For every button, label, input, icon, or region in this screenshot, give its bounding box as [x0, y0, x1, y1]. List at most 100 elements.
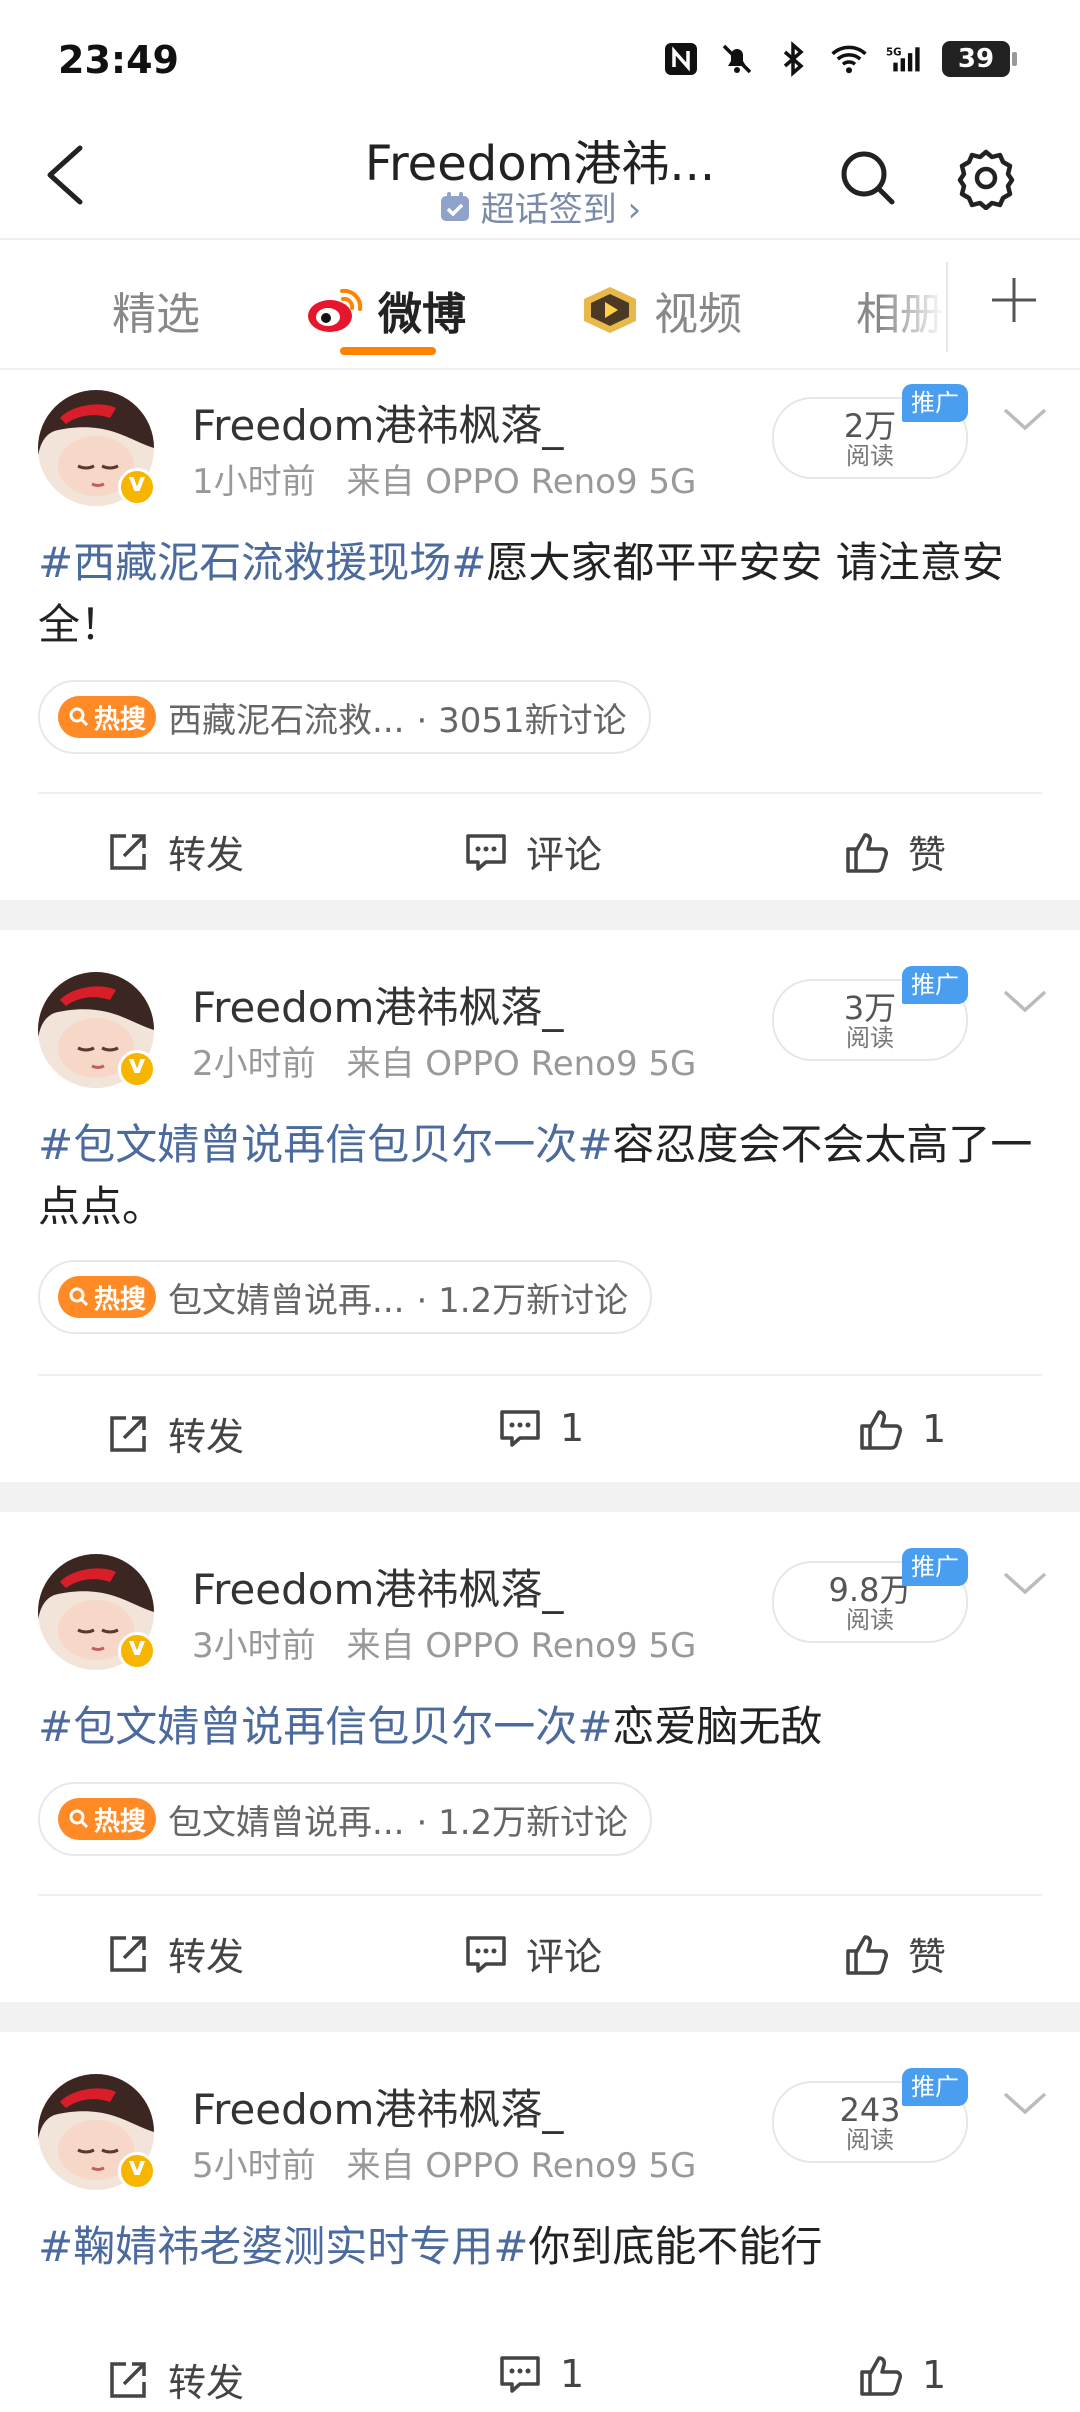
post-card[interactable]: Freedom港祎枫落_ 5小时前 来自 OPPO Reno9 5G 243 阅…	[0, 2032, 1080, 2412]
hot-search-chip[interactable]: 热搜 西藏泥石流救... · 3051新讨论	[38, 680, 651, 754]
hot-topic-title: 包文婧曾说再...	[168, 1802, 405, 1843]
promo-badge: 推广	[902, 1548, 968, 1586]
post-source: 来自 OPPO Reno9 5G	[346, 462, 697, 502]
username[interactable]: Freedom港祎枫落_	[192, 392, 563, 453]
post-meta: 3小时前 来自 OPPO Reno9 5G	[192, 1618, 696, 1667]
repost-label: 转发	[168, 1415, 245, 1459]
wifi-icon	[830, 40, 868, 78]
thumbs-up-icon	[846, 832, 888, 873]
like-button[interactable]: 赞	[844, 824, 946, 879]
comment-label: 评论	[526, 833, 603, 877]
battery-icon: 39	[942, 41, 1017, 77]
search-button[interactable]	[836, 146, 900, 210]
topic-link[interactable]: #包文婧曾说再信包贝尔一次#	[38, 1120, 612, 1169]
post-actions: 转发 评论 赞	[38, 1894, 1042, 2002]
hot-tag: 热搜	[58, 1276, 157, 1318]
tab-bar: 精选 微博 视频 相册	[0, 242, 1080, 370]
repost-button[interactable]: 转发	[106, 824, 244, 879]
mute-icon	[718, 40, 756, 78]
post-card[interactable]: Freedom港祎枫落_ 1小时前 来自 OPPO Reno9 5G 2万 阅读…	[0, 372, 1080, 900]
post-separator	[0, 1482, 1080, 1512]
search-icon	[69, 707, 89, 727]
verified-badge-icon	[118, 1050, 156, 1088]
post-menu-button[interactable]	[1000, 1568, 1050, 1598]
comment-button[interactable]: 1	[498, 1406, 584, 1450]
post-card[interactable]: Freedom港祎枫落_ 3小时前 来自 OPPO Reno9 5G 9.8万 …	[0, 1512, 1080, 2002]
repost-icon	[110, 1415, 146, 1452]
promo-badge: 推广	[902, 384, 968, 422]
repost-label: 转发	[168, 1935, 245, 1979]
hot-topic-count: · 3051新讨论	[416, 700, 627, 741]
username[interactable]: Freedom港祎枫落_	[192, 1556, 563, 1617]
post-body: 你到底能不能行	[528, 2222, 823, 2271]
repost-button[interactable]: 转发	[106, 1406, 244, 1461]
tab-video[interactable]: 视频	[580, 278, 742, 342]
post-actions: 转发 1 1	[38, 2322, 1042, 2412]
svg-text:5G: 5G	[886, 47, 902, 58]
tabs-divider	[946, 262, 948, 352]
hot-topic-title: 西藏泥石流救...	[168, 700, 405, 741]
tabs-fade	[880, 242, 946, 368]
post-menu-button[interactable]	[1000, 404, 1050, 434]
comment-icon	[500, 2356, 540, 2393]
like-button[interactable]: 1	[858, 1406, 946, 1452]
username[interactable]: Freedom港祎枫落_	[192, 974, 563, 1035]
chevron-down-icon	[1003, 990, 1047, 1013]
like-button[interactable]: 1	[858, 2352, 946, 2398]
comment-button[interactable]: 评论	[464, 824, 602, 879]
checkin-link[interactable]: 超话签到 ›	[0, 182, 1080, 231]
status-time: 23:49	[58, 38, 179, 82]
hot-tag-label: 热搜	[94, 704, 147, 735]
repost-icon	[110, 1935, 146, 1972]
repost-icon	[110, 833, 146, 870]
post-menu-button[interactable]	[1000, 2088, 1050, 2118]
post-text: #西藏泥石流救援现场#愿大家都平平安安 请注意安全！	[38, 532, 1048, 656]
hot-topic-count: · 1.2万新讨论	[416, 1280, 629, 1321]
topic-link[interactable]: #鞠婧祎老婆测实时专用#	[38, 2222, 528, 2271]
search-icon	[69, 1287, 89, 1307]
post-separator	[0, 2002, 1080, 2032]
post-time: 1小时前	[192, 462, 316, 502]
topic-link[interactable]: #包文婧曾说再信包贝尔一次#	[38, 1702, 612, 1751]
comment-button[interactable]: 1	[498, 2352, 584, 2396]
hot-search-chip[interactable]: 热搜 包文婧曾说再... · 1.2万新讨论	[38, 1782, 653, 1856]
tab-featured[interactable]: 精选	[112, 278, 200, 342]
chevron-down-icon	[1003, 1572, 1047, 1595]
hot-topic-count: · 1.2万新讨论	[416, 1802, 629, 1843]
add-tab-button[interactable]	[984, 270, 1044, 330]
read-count-label: 阅读	[846, 2126, 894, 2154]
post-text: #包文婧曾说再信包贝尔一次#恋爱脑无敌	[38, 1696, 1048, 1758]
hot-tag-label: 热搜	[94, 1806, 147, 1837]
post-meta: 1小时前 来自 OPPO Reno9 5G	[192, 454, 696, 503]
hot-search-chip[interactable]: 热搜 包文婧曾说再... · 1.2万新讨论	[38, 1260, 653, 1334]
status-bar: 23:49 5G 39	[0, 0, 1080, 110]
nfc-icon	[662, 40, 700, 78]
post-time: 5小时前	[192, 2146, 316, 2186]
post-text: #鞠婧祎老婆测实时专用#你到底能不能行	[38, 2216, 1048, 2278]
post-text: #包文婧曾说再信包贝尔一次#容忍度会不会太高了一点点。	[38, 1114, 1048, 1238]
repost-button[interactable]: 转发	[106, 1926, 244, 1981]
comment-icon	[466, 833, 506, 871]
topic-link[interactable]: #西藏泥石流救援现场#	[38, 538, 486, 587]
username[interactable]: Freedom港祎枫落_	[192, 2076, 563, 2137]
post-menu-button[interactable]	[1000, 986, 1050, 1016]
read-count-label: 阅读	[846, 1606, 894, 1634]
chevron-down-icon	[1003, 408, 1047, 431]
tab-weibo[interactable]: 微博	[306, 278, 466, 342]
search-icon	[69, 1809, 89, 1829]
comment-count: 1	[560, 1406, 585, 1450]
like-button[interactable]: 赞	[844, 1926, 946, 1981]
repost-button[interactable]: 转发	[106, 2352, 244, 2407]
post-body: 恋爱脑无敌	[612, 1702, 823, 1751]
post-meta: 5小时前 来自 OPPO Reno9 5G	[192, 2138, 696, 2187]
comment-button[interactable]: 评论	[464, 1926, 602, 1981]
thumbs-up-icon	[846, 1934, 888, 1975]
post-time: 3小时前	[192, 1626, 316, 1666]
active-tab-indicator	[340, 347, 436, 355]
checkin-label: 超话签到 ›	[480, 190, 642, 230]
weibo-logo-icon	[308, 288, 363, 332]
post-card[interactable]: Freedom港祎枫落_ 2小时前 来自 OPPO Reno9 5G 3万 阅读…	[0, 930, 1080, 1482]
settings-button[interactable]	[954, 146, 1018, 211]
post-separator	[0, 900, 1080, 930]
tab-label: 精选	[112, 289, 200, 340]
